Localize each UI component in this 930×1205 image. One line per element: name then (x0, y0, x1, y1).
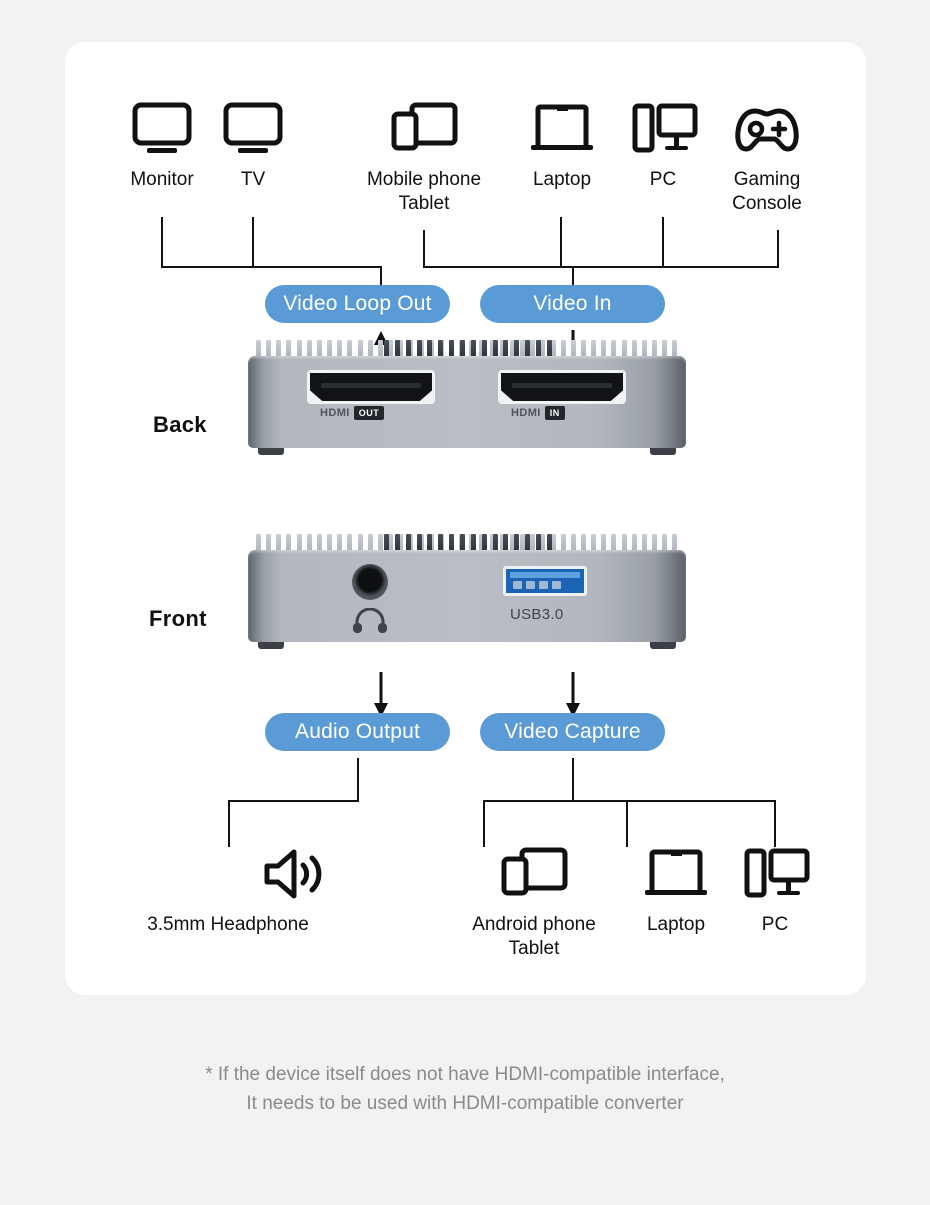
source-label-gaming-console: Gaming Console (732, 169, 802, 214)
connector-monitor-drop (161, 217, 163, 267)
connector-console-drop (777, 230, 779, 267)
laptop-icon (529, 102, 595, 156)
connector-capture-bus (483, 800, 776, 802)
hdmi-in-name: HDMI (511, 407, 541, 419)
pill-audio-output-label: Audio Output (295, 720, 420, 743)
connector-pc-drop (662, 217, 664, 267)
hdmi-in-tag: IN (544, 406, 565, 420)
usb3-port (503, 566, 587, 596)
headphone-icon (352, 607, 388, 639)
output-label-pc: PC (761, 914, 789, 935)
pill-video-loop-out[interactable]: Video Loop Out (265, 285, 450, 323)
connector-android-drop (483, 800, 485, 847)
hdmi-in-caption: HDMI IN (511, 406, 565, 420)
phone-tablet-icon (390, 102, 458, 156)
speaker-icon (261, 847, 329, 901)
monitor-icon (131, 102, 193, 156)
device-back-side-label: Back (153, 412, 207, 437)
hdmi-out-port (307, 370, 435, 404)
connector-tv-drop (252, 217, 254, 267)
pill-video-in-label: Video In (533, 292, 612, 315)
front-feet (248, 642, 686, 649)
source-label-mobile-tablet: Mobile phone Tablet (366, 169, 482, 214)
phone-tablet-icon (500, 847, 568, 901)
diagram-page: Monitor TV Mobile phone Tablet Laptop PC… (0, 0, 930, 1205)
hdmi-in-port (498, 370, 626, 404)
connector-capture-stem (572, 758, 574, 802)
pill-audio-output[interactable]: Audio Output (265, 713, 450, 751)
hdmi-out-name: HDMI (320, 407, 350, 419)
source-label-tv: TV (240, 169, 266, 190)
footer-note: * If the device itself does not have HDM… (205, 1064, 725, 1114)
usb3-port-label: USB3.0 (510, 606, 564, 623)
output-label-headphone: 3.5mm Headphone (147, 914, 309, 935)
output-label-android-tablet: Android phone Tablet (472, 914, 596, 959)
connector-videoin-bus (423, 266, 779, 268)
pill-video-capture[interactable]: Video Capture (480, 713, 665, 751)
device-front-side-label: Front (149, 606, 207, 631)
pill-video-capture-label: Video Capture (504, 720, 641, 743)
pill-video-in[interactable]: Video In (480, 285, 665, 323)
connector-laptop-drop (560, 217, 562, 267)
front-chassis (248, 550, 686, 642)
connector-headphone-drop (228, 800, 230, 847)
device-back: HDMI OUT HDMI IN (248, 340, 686, 470)
connector-audio-stem (357, 758, 359, 802)
back-feet (248, 448, 686, 455)
laptop-icon (643, 847, 709, 901)
pc-icon (744, 847, 810, 901)
source-label-pc: PC (649, 169, 677, 190)
audio-jack-port (352, 564, 388, 600)
device-front: USB3.0 (248, 534, 686, 664)
gamepad-icon (733, 102, 801, 156)
diagram-card: Monitor TV Mobile phone Tablet Laptop PC… (65, 42, 866, 995)
tv-icon (222, 102, 284, 156)
connector-mobile-drop (423, 230, 425, 267)
connector-laptop-out-drop (626, 800, 628, 847)
connector-audio-bus (228, 800, 359, 802)
pill-video-loop-out-label: Video Loop Out (283, 292, 432, 315)
pc-icon (632, 102, 698, 156)
hdmi-out-tag: OUT (353, 406, 385, 420)
connector-pc-out-drop (774, 800, 776, 847)
hdmi-out-caption: HDMI OUT (320, 406, 385, 420)
connector-loopout-bus (161, 266, 382, 268)
